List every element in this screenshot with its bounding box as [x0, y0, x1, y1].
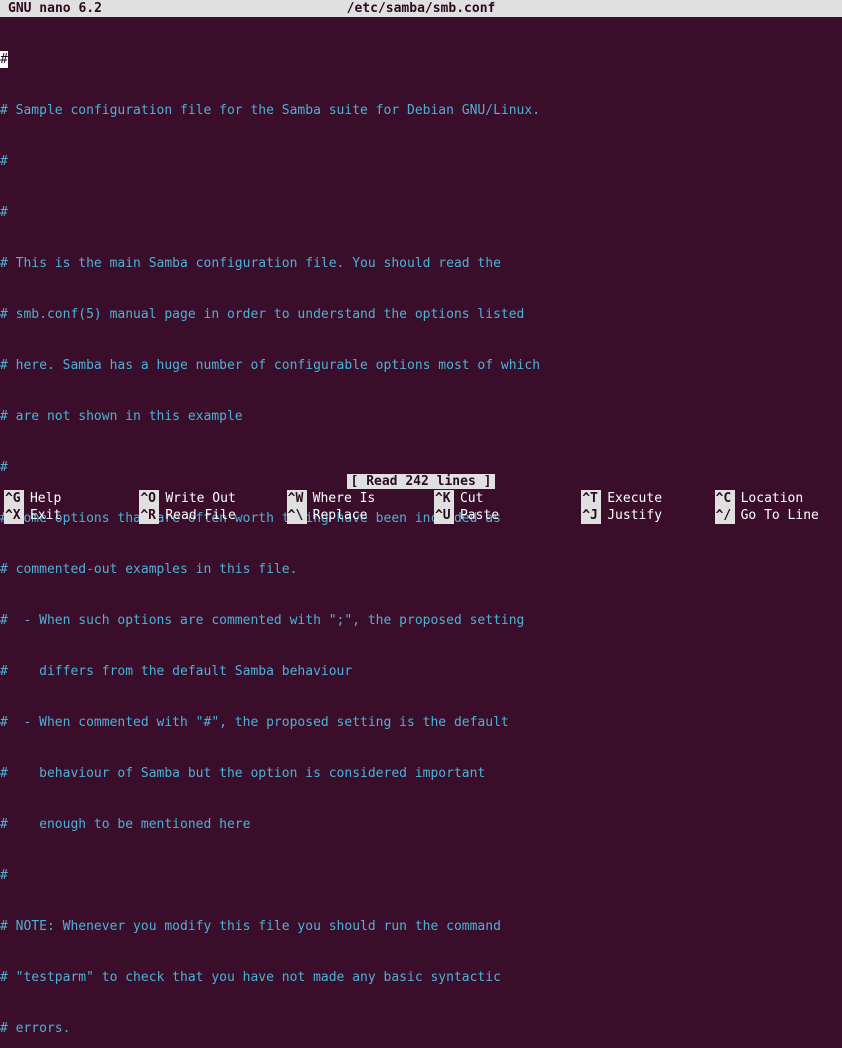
- shortcut-whereis[interactable]: ^WWhere Is: [287, 490, 434, 507]
- file-line: # here. Samba has a huge number of confi…: [0, 358, 540, 373]
- file-line: # smb.conf(5) manual page in order to un…: [0, 307, 524, 322]
- shortcut-replace[interactable]: ^\Replace: [287, 507, 434, 524]
- shortcut-bar: ^GHelp ^OWrite Out ^WWhere Is ^KCut ^TEx…: [0, 490, 842, 524]
- shortcut-help[interactable]: ^GHelp: [4, 490, 139, 507]
- file-line: #: [0, 868, 8, 883]
- file-line: # differs from the default Samba behavio…: [0, 664, 352, 679]
- file-line: #: [0, 205, 8, 220]
- status-message: [ Read 242 lines ]: [347, 474, 496, 489]
- shortcut-gotoline[interactable]: ^/Go To Line: [715, 507, 842, 524]
- shortcut-readfile[interactable]: ^RRead File: [139, 507, 286, 524]
- file-line: # "testparm" to check that you have not …: [0, 970, 501, 985]
- editor-area[interactable]: # # Sample configuration file for the Sa…: [0, 17, 842, 1048]
- file-line: # commented-out examples in this file.: [0, 562, 297, 577]
- shortcut-cut[interactable]: ^KCut: [434, 490, 581, 507]
- file-line: # behaviour of Samba but the option is c…: [0, 766, 485, 781]
- file-line: # This is the main Samba configuration f…: [0, 256, 501, 271]
- file-line: # errors.: [0, 1021, 70, 1036]
- status-line: [ Read 242 lines ]: [0, 473, 842, 490]
- shortcut-justify[interactable]: ^JJustify: [581, 507, 714, 524]
- file-line: # Sample configuration file for the Samb…: [0, 103, 540, 118]
- file-line: # are not shown in this example: [0, 409, 243, 424]
- file-line: #: [0, 154, 8, 169]
- shortcut-execute[interactable]: ^TExecute: [581, 490, 714, 507]
- cursor: #: [0, 51, 8, 68]
- app-name: GNU nano 6.2: [2, 0, 102, 17]
- shortcut-location[interactable]: ^CLocation: [715, 490, 842, 507]
- filename: /etc/samba/smb.conf: [0, 0, 842, 17]
- file-line: # NOTE: Whenever you modify this file yo…: [0, 919, 501, 934]
- file-line: # - When commented with "#", the propose…: [0, 715, 509, 730]
- file-line: # enough to be mentioned here: [0, 817, 250, 832]
- shortcut-paste[interactable]: ^UPaste: [434, 507, 581, 524]
- file-line: # - When such options are commented with…: [0, 613, 524, 628]
- shortcut-writeout[interactable]: ^OWrite Out: [139, 490, 286, 507]
- shortcut-exit[interactable]: ^XExit: [4, 507, 139, 524]
- title-bar: GNU nano 6.2 /etc/samba/smb.conf: [0, 0, 842, 17]
